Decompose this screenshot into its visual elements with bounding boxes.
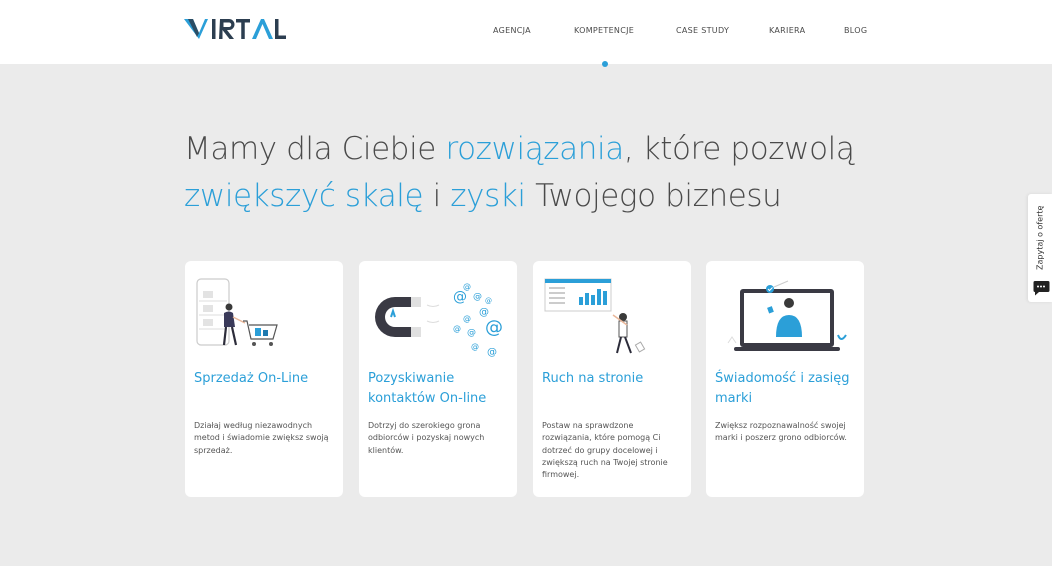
card-description: Postaw na sprawdzone rozwiązania, które … xyxy=(542,421,668,480)
chat-bubble-icon xyxy=(1033,281,1050,296)
svg-text:@: @ xyxy=(485,297,492,305)
nav-item-kariera[interactable]: KARIERA xyxy=(769,26,805,35)
hero-text-4: Twojego biznesu xyxy=(525,178,782,214)
svg-text:@: @ xyxy=(473,292,482,302)
nav-item-case-study[interactable]: CASE STUDY xyxy=(676,26,729,35)
laptop-person-illustration-icon xyxy=(727,280,847,351)
shopping-cart-illustration-icon xyxy=(196,278,278,346)
nav-item-kompetencje[interactable]: KOMPETENCJE xyxy=(574,26,634,35)
request-offer-tab[interactable]: Zapytaj o ofertę xyxy=(1028,194,1052,302)
card-title: Ruch na stronie xyxy=(542,371,644,386)
card-description: Zwiększ rozpoznawalność swojej marki i p… xyxy=(715,421,847,443)
svg-text:@: @ xyxy=(485,317,503,338)
card-title: Pozyskiwanie kontaktów On-line xyxy=(368,371,487,406)
card-title: Sprzedaż On-Line xyxy=(194,371,309,386)
hero-highlight-1: rozwiązania xyxy=(445,131,624,167)
hero-heading: Mamy dla Ciebie rozwiązania, które pozwo… xyxy=(184,126,884,220)
hero-text-2: , które pozwolą xyxy=(623,131,855,167)
svg-text:@: @ xyxy=(453,289,467,305)
card-description: Działaj według niezawodnych metod i świa… xyxy=(194,421,329,455)
svg-text:@: @ xyxy=(471,342,479,351)
magnet-email-illustration-icon: @ @ @ @ @ @ @ @ @ @ @ xyxy=(375,282,503,358)
card-description: Dotrzyj do szerokiego grona odbiorców i … xyxy=(368,421,485,455)
hero-highlight-2: zwiększyć skalę xyxy=(184,178,424,214)
card-brand-awareness[interactable]: Świadomość i zasięg marki Zwiększ rozpoz… xyxy=(706,261,864,497)
main-nav: AGENCJA KOMPETENCJE CASE STUDY KARIERA B… xyxy=(0,26,1052,38)
site-header: AGENCJA KOMPETENCJE CASE STUDY KARIERA B… xyxy=(0,0,1052,64)
card-title: Świadomość i zasięg marki xyxy=(715,371,850,406)
nav-active-indicator xyxy=(602,61,608,67)
card-online-contacts[interactable]: @ @ @ @ @ @ @ @ @ @ @ Pozyskiwanie konta… xyxy=(359,261,517,497)
svg-text:@: @ xyxy=(463,282,471,291)
nav-item-blog[interactable]: BLOG xyxy=(844,26,867,35)
svg-text:@: @ xyxy=(487,347,497,358)
svg-text:@: @ xyxy=(453,324,461,333)
svg-text:@: @ xyxy=(463,314,471,323)
card-site-traffic[interactable]: Ruch na stronie Postaw na sprawdzone roz… xyxy=(533,261,691,497)
analytics-chart-illustration-icon xyxy=(544,278,646,354)
request-offer-label: Zapytaj o ofertę xyxy=(1035,205,1045,271)
hero-text-3: i xyxy=(423,178,451,214)
card-online-sales[interactable]: Sprzedaż On-Line Działaj według niezawod… xyxy=(185,261,343,497)
svg-text:@: @ xyxy=(467,328,476,338)
hero-text-1: Mamy dla Ciebie xyxy=(184,131,446,167)
hero-highlight-3: zyski xyxy=(450,178,526,214)
nav-item-agencja[interactable]: AGENCJA xyxy=(493,26,531,35)
